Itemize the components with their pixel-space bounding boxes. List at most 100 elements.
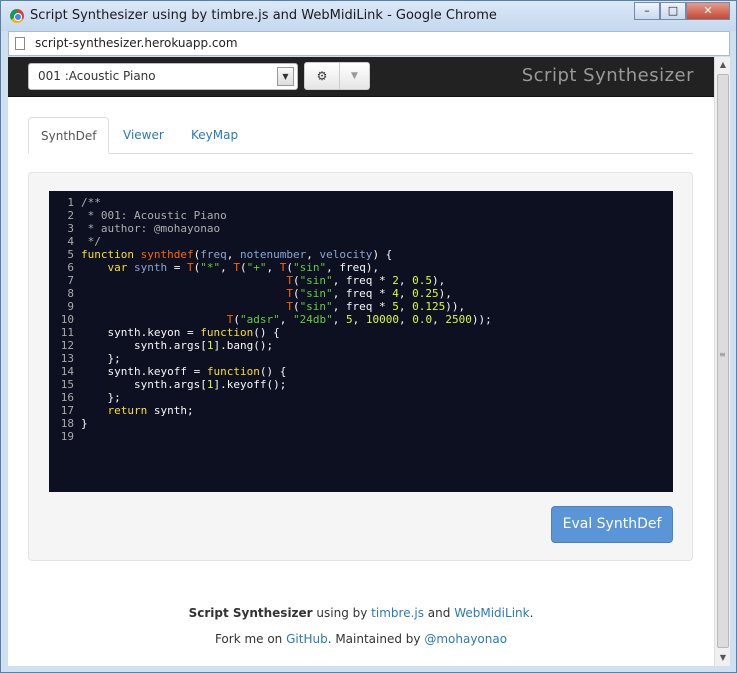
line-number: 11 bbox=[60, 326, 74, 339]
author-link[interactable]: @mohayonao bbox=[424, 632, 507, 646]
address-bar[interactable]: script-synthesizer.herokuapp.com bbox=[8, 31, 730, 56]
settings-dropdown-toggle[interactable]: ▼ bbox=[340, 62, 370, 90]
url-text[interactable]: script-synthesizer.herokuapp.com bbox=[35, 36, 238, 50]
tab-bar: SynthDef Viewer KeyMap bbox=[28, 117, 693, 154]
code-line[interactable]: /** bbox=[81, 196, 492, 209]
code-line[interactable]: T("sin", freq * 5, 0.125)), bbox=[81, 300, 492, 313]
line-number: 1 bbox=[67, 196, 74, 209]
code-line[interactable]: synth.keyoff = function() { bbox=[81, 365, 492, 378]
minimize-icon[interactable]: – bbox=[634, 2, 660, 20]
code-token: , freq), bbox=[326, 261, 380, 274]
line-number: 12 bbox=[60, 339, 74, 352]
preset-select[interactable]: 001 :Acoustic Piano ▼ bbox=[28, 63, 298, 90]
tab-viewer[interactable]: Viewer bbox=[111, 117, 176, 154]
code-token: , bbox=[306, 248, 320, 261]
scroll-down-icon[interactable]: ▼ bbox=[715, 650, 731, 666]
code-line[interactable]: }; bbox=[81, 391, 492, 404]
code-line[interactable]: } bbox=[81, 417, 492, 430]
code-line[interactable]: synth.args[1].bang(); bbox=[81, 339, 492, 352]
settings-button-group: ⚙ ▼ bbox=[304, 62, 370, 90]
code-line[interactable]: synth.keyon = function() { bbox=[81, 326, 492, 339]
footer-text: and bbox=[423, 606, 455, 620]
tab-keymap[interactable]: KeyMap bbox=[179, 117, 250, 154]
code-token: function bbox=[81, 248, 141, 261]
code-line[interactable] bbox=[81, 430, 492, 443]
code-token: "24db" bbox=[292, 313, 333, 326]
code-token: , bbox=[352, 313, 366, 326]
code-token: }; bbox=[81, 352, 121, 365]
scroll-up-icon[interactable]: ▲ bbox=[715, 57, 731, 73]
code-line[interactable]: T("sin", freq * 4, 0.25), bbox=[81, 287, 492, 300]
code-token: ].keyoff(); bbox=[213, 378, 287, 391]
code-token: function bbox=[200, 326, 254, 339]
code-token: T bbox=[286, 274, 293, 287]
github-link[interactable]: GitHub bbox=[286, 632, 328, 646]
code-line[interactable]: }; bbox=[81, 352, 492, 365]
timbre-link[interactable]: timbre.js bbox=[371, 606, 424, 620]
code-token: , freq * bbox=[332, 287, 393, 300]
code-token: ( bbox=[233, 313, 240, 326]
code-token: "sin" bbox=[299, 274, 333, 287]
footer-text: Fork me on bbox=[214, 632, 287, 646]
code-token: 0.25 bbox=[412, 287, 439, 300]
code-editor[interactable]: 1 2 3 4 5 6 7 8 9 10 11 12 13 14 15 16 17 18 19 /** * 001:… bbox=[49, 191, 673, 492]
code-token: var bbox=[107, 261, 134, 274]
scrollbar-thumb[interactable] bbox=[717, 74, 729, 648]
code-token: , bbox=[432, 313, 446, 326]
vertical-scrollbar[interactable]: ▲ ≡ ▼ bbox=[714, 57, 730, 666]
code-token: ), bbox=[432, 274, 446, 287]
code-token: 4 bbox=[392, 287, 399, 300]
brand-title[interactable]: Script Synthesizer bbox=[522, 65, 694, 86]
chevron-down-icon[interactable]: ▼ bbox=[277, 67, 294, 86]
code-line[interactable]: var synth = T("*", T("+", T("sin", freq)… bbox=[81, 261, 492, 274]
code-token: * author: @mohayonao bbox=[81, 222, 221, 235]
code-line[interactable]: */ bbox=[81, 235, 492, 248]
code-token: T bbox=[286, 300, 293, 313]
footer: Script Synthesizer using by timbre.js an… bbox=[8, 605, 714, 657]
code-token: ( bbox=[292, 300, 300, 313]
code-token: )); bbox=[471, 313, 492, 326]
code-token: 5 bbox=[345, 313, 353, 326]
code-token: ) { bbox=[372, 248, 393, 261]
footer-app-name: Script Synthesizer bbox=[188, 606, 313, 620]
code-line[interactable]: T("adsr", "24db", 5, 10000, 0.0, 2500)); bbox=[81, 313, 492, 326]
line-number-gutter: 1 2 3 4 5 6 7 8 9 10 11 12 13 14 15 16 17 18 19 bbox=[49, 196, 74, 443]
code-token: 0.0 bbox=[412, 313, 433, 326]
webmidilink-link[interactable]: WebMidiLink bbox=[454, 606, 529, 620]
line-number: 19 bbox=[60, 430, 74, 443]
code-line[interactable]: return synth; bbox=[81, 404, 492, 417]
code-content[interactable]: /** * 001: Acoustic Piano * author: @moh… bbox=[81, 196, 492, 443]
code-token: ), bbox=[438, 287, 452, 300]
line-number: 9 bbox=[67, 300, 74, 313]
code-token: , bbox=[398, 300, 413, 313]
code-line[interactable]: T("sin", freq * 2, 0.5), bbox=[81, 274, 492, 287]
code-token: */ bbox=[81, 235, 101, 248]
window-controls: – □ ✕ bbox=[634, 2, 730, 20]
browser-window: Script Synthesizer using by timbre.js an… bbox=[0, 0, 737, 673]
close-icon[interactable]: ✕ bbox=[686, 2, 730, 20]
line-number: 7 bbox=[67, 274, 74, 287]
line-number: 6 bbox=[67, 261, 74, 274]
code-line[interactable]: function synthdef(freq, notenumber, velo… bbox=[81, 248, 492, 261]
line-number: 2 bbox=[67, 209, 74, 222]
code-token: velocity bbox=[319, 248, 373, 261]
code-token: 2 bbox=[392, 274, 399, 287]
code-line[interactable]: * author: @mohayonao bbox=[81, 222, 492, 235]
tab-synthdef[interactable]: SynthDef bbox=[28, 117, 110, 154]
code-token: synthdef bbox=[140, 248, 194, 261]
code-line[interactable]: synth.args[1].keyoff(); bbox=[81, 378, 492, 391]
gear-icon: ⚙ bbox=[316, 69, 328, 83]
code-token: , freq * bbox=[332, 300, 393, 313]
settings-button[interactable]: ⚙ bbox=[304, 62, 340, 90]
code-token: synth; bbox=[147, 404, 194, 417]
code-line[interactable]: * 001: Acoustic Piano bbox=[81, 209, 492, 222]
eval-synthdef-button[interactable]: Eval SynthDef bbox=[551, 506, 673, 543]
page-icon bbox=[15, 37, 25, 50]
code-token: , bbox=[398, 274, 413, 287]
code-token: "*" bbox=[200, 261, 221, 274]
maximize-icon[interactable]: □ bbox=[660, 2, 686, 20]
